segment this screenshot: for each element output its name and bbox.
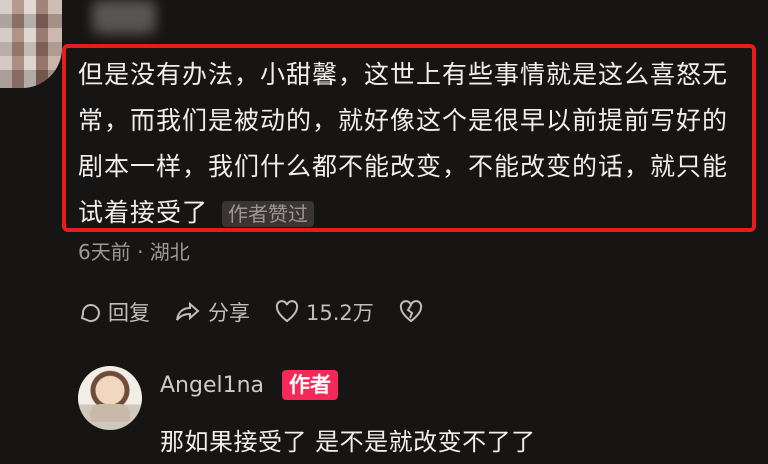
reply-avatar[interactable]	[78, 366, 142, 430]
comment-actions: 回复 分享 15.2万	[78, 296, 454, 328]
author-badge: 作者	[282, 370, 338, 400]
comment-screen: 但是没有办法，小甜馨，这世上有些事情就是这么喜怒无常，而我们是被动的，就好像这个…	[0, 0, 768, 464]
reply-button[interactable]: 回复	[78, 297, 150, 327]
broken-heart-icon	[399, 300, 422, 323]
share-button[interactable]: 分享	[174, 297, 250, 327]
share-label: 分享	[208, 301, 250, 325]
heart-icon	[275, 300, 299, 323]
reply-icon	[80, 304, 100, 323]
comment-body: 但是没有办法，小甜馨，这世上有些事情就是这么喜怒无常，而我们是被动的，就好像这个…	[78, 60, 729, 227]
like-button[interactable]: 15.2万	[274, 297, 374, 327]
comment-text: 但是没有办法，小甜馨，这世上有些事情就是这么喜怒无常，而我们是被动的，就好像这个…	[78, 52, 748, 236]
like-count: 15.2万	[306, 301, 374, 325]
comment-meta: 6天前 · 湖北	[78, 240, 190, 264]
dislike-button[interactable]	[398, 300, 430, 324]
reply-username[interactable]: Angel1na	[160, 373, 264, 398]
author-liked-badge: 作者赞过	[222, 201, 315, 227]
blurred-username	[92, 0, 156, 34]
share-icon	[176, 301, 200, 321]
reply-label: 回复	[108, 301, 150, 325]
reply-text: 那如果接受了 是不是就改变不了了	[160, 428, 536, 456]
reply-item[interactable]: Angel1na 作者 那如果接受了 是不是就改变不了了	[78, 366, 758, 464]
blurred-user-avatar[interactable]	[0, 0, 62, 88]
